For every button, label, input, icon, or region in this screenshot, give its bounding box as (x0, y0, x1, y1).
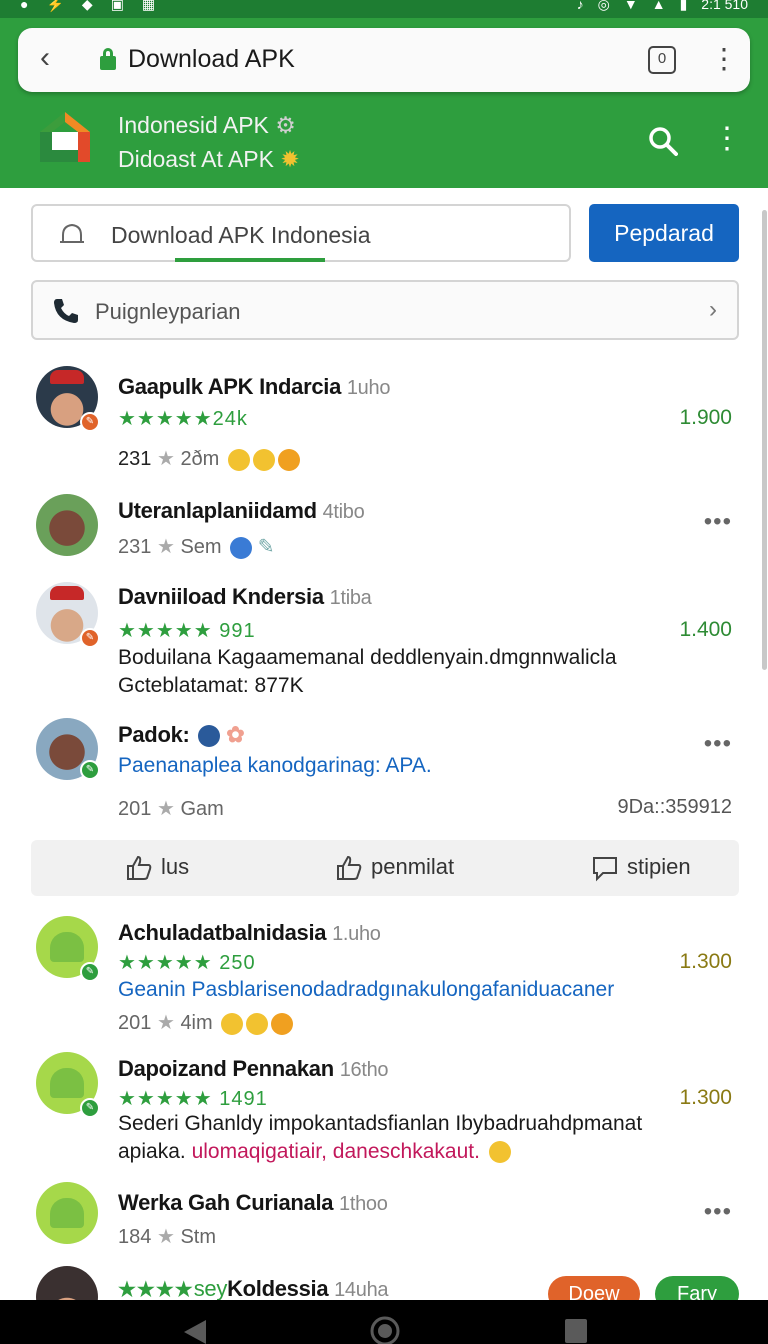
item-meta: 231 ★ Sem ✎ (118, 536, 275, 559)
avatar (36, 494, 98, 556)
share-button[interactable]: penmilat (335, 854, 454, 882)
music-icon: ♪ (576, 0, 584, 12)
emoji-icon (277, 448, 300, 471)
item-title: Davniiload Kndersia 1tiba (118, 584, 372, 609)
thumbs-up-icon (337, 856, 362, 881)
emoji-icon (271, 1012, 294, 1035)
app-header: ‹ Download APK 0 ⋮ Indonesid APK ⚙ Didoa… (0, 18, 768, 188)
flower-icon: ✿ (226, 722, 245, 747)
comment-icon (593, 857, 617, 882)
nav-home-icon[interactable] (368, 1314, 402, 1344)
android-avatar (36, 1182, 98, 1244)
item-description: Boduilana Kagaamemanal deddlenyain.dmgnn… (118, 646, 617, 669)
more-options-icon[interactable]: ••• (704, 1198, 732, 1226)
avatar-badge-icon: ✎ (80, 760, 100, 780)
shield-icon: ◆ (81, 0, 93, 12)
item-description-2: Gcteblatamat: 877K (118, 674, 304, 697)
gear-icon: ⚙ (275, 112, 296, 138)
emoji-icon (246, 1012, 269, 1035)
wifi-icon: ▼ (623, 0, 638, 12)
sync-icon: ⚡ (46, 0, 64, 12)
item-price: 1.400 (679, 618, 732, 641)
action-bar: lus penmilat stipien (31, 840, 739, 896)
tab-switcher-button[interactable]: 0 (648, 46, 676, 74)
search-icon[interactable] (648, 126, 678, 156)
sun-icon: ✹ (280, 146, 300, 172)
rating-stars: ★★★★★ 991 (118, 620, 256, 642)
item-description: Sederi Ghanldy impokantadsfianlan Ibybad… (118, 1112, 643, 1135)
like-button[interactable]: lus (125, 854, 189, 882)
overflow-menu-icon[interactable]: ⋮ (712, 122, 742, 156)
rating-stars: ★★★★★24k (118, 408, 248, 430)
more-options-icon[interactable]: ••• (704, 508, 732, 536)
item-title: Dapoizand Pennakan 16tho (118, 1056, 389, 1081)
search-input-value: Download APK Indonesia (111, 222, 371, 248)
status-icons-left: ● ⚡ ◆ ▣ ▦ (20, 0, 155, 13)
item-price: 1.300 (679, 1086, 732, 1109)
app-title-line1: Indonesid APK ⚙ (118, 112, 296, 138)
item-meta: 184 ★ Stm (118, 1226, 216, 1248)
avatar-badge-icon: ✎ (80, 1098, 100, 1118)
system-nav-bar (0, 1300, 768, 1344)
item-description: Paenanaplea kanodgarinag: APA. (118, 754, 432, 777)
item-meta: 231 ★ 2ðm (118, 446, 300, 471)
search-input[interactable]: Download APK Indonesia (31, 204, 571, 262)
emoji-icon (488, 1141, 511, 1164)
rating-stars: ★★★★★ 1491 (118, 1088, 268, 1110)
search-submit-button[interactable]: Pepdarad (589, 204, 739, 262)
emoji-icon (252, 448, 275, 471)
item-meta: 201 ★ 4im (118, 1010, 294, 1035)
item-meta: 201 ★ Gam (118, 798, 224, 820)
browser-url-bar[interactable]: ‹ Download APK 0 ⋮ (18, 28, 750, 92)
item-price: 1.900 (679, 406, 732, 429)
emoji-icon (221, 1012, 244, 1035)
filter-label: Puignleyparian (95, 299, 241, 324)
calendar-icon: ▦ (141, 0, 156, 12)
signal-icon: ▲ (651, 0, 666, 12)
item-title: ★★★★seyKoldessia 14uha (118, 1276, 389, 1301)
app-logo-icon (40, 112, 90, 162)
thumbs-up-icon (127, 856, 152, 881)
status-icons-right: ♪ ◎ ▼ ▲ ▮ 2:1 510 (577, 0, 748, 13)
bell-icon (60, 223, 84, 243)
emoji-icon (227, 448, 250, 471)
search-focus-underline (175, 258, 325, 262)
image-icon: ▣ (110, 0, 124, 12)
status-bar: ● ⚡ ◆ ▣ ▦ ♪ ◎ ▼ ▲ ▮ 2:1 510 (0, 0, 768, 18)
battery-icon: ▮ (679, 0, 688, 12)
chevron-right-icon: › (709, 296, 717, 323)
lock-icon (100, 48, 116, 70)
more-options-icon[interactable]: ••• (704, 730, 732, 758)
item-description: Geanin Pasblarisenodadradgınakulongafani… (118, 978, 615, 1001)
app-title-line2: Didoast At APK ✹ (118, 146, 300, 172)
item-description-2: apiaka. ulomaqigatiair, daneschkakaut. (118, 1140, 511, 1164)
globe-icon (230, 536, 253, 559)
item-title: Padok: ✿ (118, 722, 245, 748)
back-arrow-icon[interactable]: ‹ (40, 42, 50, 74)
avatar-badge-icon: ✎ (80, 962, 100, 982)
filter-selector[interactable]: Puignleyparian › (31, 280, 739, 340)
browser-menu-icon[interactable]: ⋮ (710, 42, 738, 76)
pencil-icon: ✎ (257, 536, 275, 558)
avatar-badge-icon: ✎ (80, 412, 100, 432)
item-extra-value: 9Da::359912 (617, 796, 732, 818)
item-price: 1.300 (679, 950, 732, 973)
comment-button[interactable]: stipien (591, 854, 691, 882)
nav-recents-icon[interactable] (564, 1318, 588, 1344)
phone-icon (54, 299, 78, 323)
globe-icon (198, 725, 221, 748)
alarm-icon: ◎ (597, 0, 610, 12)
avatar-badge-icon: ✎ (80, 628, 100, 648)
item-title: Achuladatbalnidasia 1.uho (118, 920, 381, 945)
item-title: Gaapulk APK Indarcia 1uho (118, 374, 391, 399)
scrollbar[interactable] (762, 210, 767, 670)
rating-stars: ★★★★★ 250 (118, 952, 256, 974)
notification-icon: ● (20, 0, 29, 12)
item-title: Uteranlaplaniidamd 4tibo (118, 498, 365, 523)
page-title: Download APK (128, 45, 295, 73)
item-title: Werka Gah Curianala 1thoo (118, 1190, 388, 1215)
clock-text: 2:1 510 (701, 0, 748, 12)
nav-back-icon[interactable] (182, 1318, 208, 1344)
